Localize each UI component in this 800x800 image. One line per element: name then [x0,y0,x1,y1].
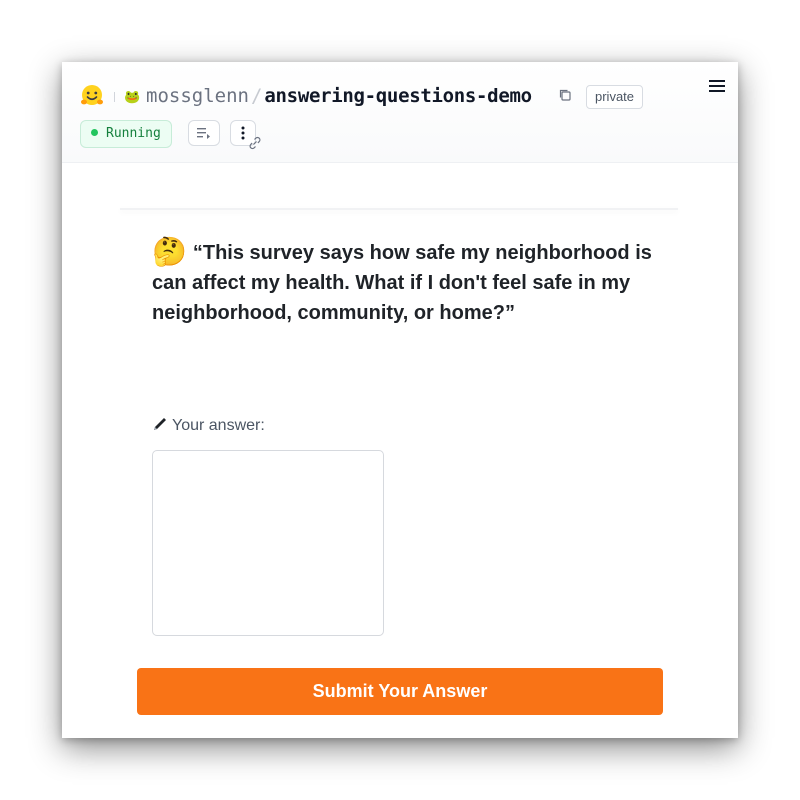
owner-link[interactable]: mossglenn [146,85,249,107]
thinking-face-icon: 🤔 [152,236,187,267]
question-text-block: 🤔 “This survey says how safe my neighborh… [152,238,662,328]
question-text: “This survey says how safe my neighborho… [152,242,652,324]
space-path: mossglenn / answering-questions-demo [146,85,532,107]
visibility-badge: private [586,85,644,109]
pen-icon [154,418,166,430]
more-vertical-icon [241,126,245,140]
status-label: Running [106,126,161,141]
answer-textarea[interactable] [152,450,384,636]
owner-avatar[interactable]: 🐸 [124,89,140,105]
logs-icon [197,128,210,139]
link-icon[interactable] [248,136,262,150]
content-divider [120,208,678,210]
app-window: 🐸 mossglenn / answering-questions-demo pri… [62,62,738,738]
status-badge[interactable]: Running [80,120,172,148]
header-divider [114,92,115,102]
path-separator: / [250,85,263,107]
repo-name-link[interactable]: answering-questions-demo [264,85,532,107]
copy-icon[interactable] [558,88,572,102]
space-header: 🐸 mossglenn / answering-questions-demo pri… [62,62,738,163]
hamburger-menu-icon[interactable] [708,78,726,94]
submit-answer-button[interactable]: Submit Your Answer [137,668,663,715]
huggingface-logo-icon[interactable] [80,84,104,108]
status-dot-icon [91,129,98,136]
answer-label: Your answer: [152,416,265,436]
answer-label-text: Your answer: [172,417,265,434]
logs-button[interactable] [188,120,220,146]
